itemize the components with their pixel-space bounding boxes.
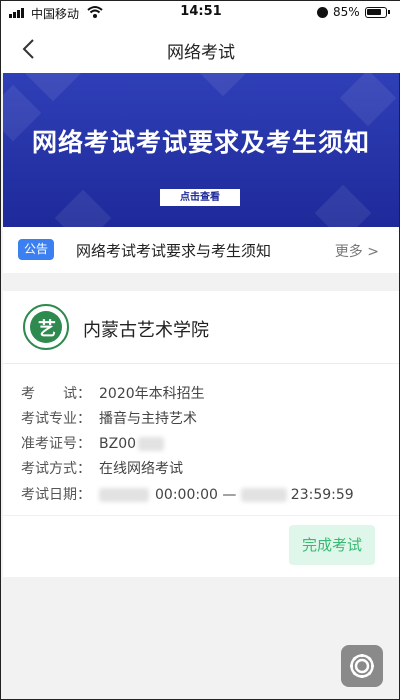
field-value: 播音与主持艺术 [99,411,197,427]
school-logo: 艺 [23,304,69,350]
redacted-blur [138,437,165,451]
school-emblem-icon: 艺 [38,319,56,340]
field-ticket-number: 准考证号： BZ00 [21,433,165,453]
school-name: 内蒙古艺术学院 [83,320,209,341]
banner-decoration [54,189,112,227]
banner-decoration [194,73,252,97]
field-value: 在线网络考试 [99,461,183,477]
banner-decoration [314,184,372,227]
field-label: 准考证号： [21,436,91,452]
gear-icon [350,654,374,678]
banner-decoration [24,73,82,102]
banner-decoration [339,73,397,127]
settings-fab[interactable] [341,645,383,687]
field-label: 考试方式： [21,461,91,477]
view-details-button[interactable]: 点击查看 [160,189,240,206]
finish-exam-button[interactable]: 完成考试 [289,525,375,565]
banner-title: 网络考试考试要求及考生须知 [31,128,370,157]
alarm-icon [317,7,328,18]
divider [3,363,399,364]
date-separator: — [222,487,237,503]
field-label: 考试日期： [21,487,91,503]
app-frame: 中国移动 14:51 85% 网络考试 网络考试考试要求及考生须知 点击查看 公… [0,0,400,700]
exam-notice-banner[interactable]: 网络考试考试要求及考生须知 点击查看 [3,73,399,227]
exam-card: 艺 内蒙古艺术学院 考 试： 2020年本科招生 考试专业： 播音与主持艺术 准考证… [3,291,399,577]
battery-icon [365,7,390,18]
status-bar: 中国移动 14:51 85% [1,1,400,25]
field-label: 考 试： [21,386,91,402]
field-exam-date: 考试日期： 00:00:00 — 23:59:59 [21,484,354,504]
more-link[interactable]: 更多 > [335,241,379,261]
battery-percent: 85% [333,5,360,19]
redacted-blur [240,488,287,502]
nav-bar: 网络考试 [1,25,400,73]
field-exam: 考 试： 2020年本科招生 [21,383,205,403]
field-value: 2020年本科招生 [99,386,205,402]
field-exam-method: 考试方式： 在线网络考试 [21,458,183,478]
date-end: 23:59:59 [290,487,354,503]
announcement-badge: 公告 [18,239,54,260]
announcement-text[interactable]: 网络考试考试要求与考生须知 [76,240,271,261]
announcement-row[interactable]: 公告 网络考试考试要求与考生须知 更多 > [3,227,399,273]
field-major: 考试专业： 播音与主持艺术 [21,408,197,428]
field-label: 考试专业： [21,411,91,427]
redacted-blur [99,488,149,502]
field-value: BZ00 [99,436,137,452]
date-start: 00:00:00 [155,487,218,503]
page-title: 网络考试 [167,43,235,63]
divider [3,515,399,516]
